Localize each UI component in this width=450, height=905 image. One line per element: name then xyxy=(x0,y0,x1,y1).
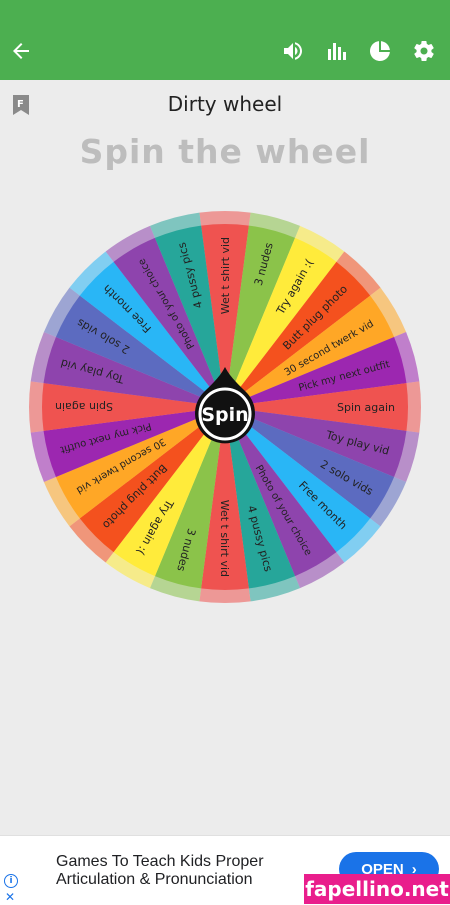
gear-icon xyxy=(414,41,434,61)
volume-icon xyxy=(284,42,302,60)
ad-text: Games To Teach Kids Proper Articulation … xyxy=(56,853,316,889)
page-title: Dirty wheel xyxy=(167,92,283,116)
stats-button[interactable] xyxy=(318,32,356,70)
spin-wheel[interactable]: Wet t shirt vid 3 nudes Try again :(Butt p… xyxy=(25,207,425,607)
wheel-segment-label: Spin again xyxy=(55,400,113,413)
wheel-segment-label: Wet t shirt vid xyxy=(218,500,231,577)
settings-button[interactable] xyxy=(405,32,443,70)
status-bar xyxy=(0,0,450,22)
pie-chart-icon xyxy=(370,41,390,61)
back-button[interactable] xyxy=(2,32,40,70)
wheel-segment-label: Spin again xyxy=(337,401,395,414)
wheel-svg[interactable]: Wet t shirt vid 3 nudesTry again :(Butt p… xyxy=(25,207,425,607)
wheel-screen: F Dirty wheel Spin the wheel Wet t shirt… xyxy=(0,80,450,835)
close-icon[interactable]: ✕ xyxy=(5,890,15,904)
ad-line-2: Articulation & Pronunciation xyxy=(56,871,253,888)
spin-label: Spin xyxy=(201,404,248,426)
info-icon[interactable]: i xyxy=(4,874,18,888)
app-toolbar xyxy=(0,22,450,80)
sound-button[interactable] xyxy=(274,32,312,70)
bar-chart-icon xyxy=(328,43,346,60)
wheel-segment-label: Wet t shirt vid xyxy=(219,237,232,314)
arrow-left-icon xyxy=(13,43,29,59)
chart-button[interactable] xyxy=(361,32,399,70)
ad-line-1: Games To Teach Kids Proper xyxy=(56,853,264,870)
headline: Spin the wheel xyxy=(79,132,371,171)
watermark: fapellino.net xyxy=(304,874,450,904)
